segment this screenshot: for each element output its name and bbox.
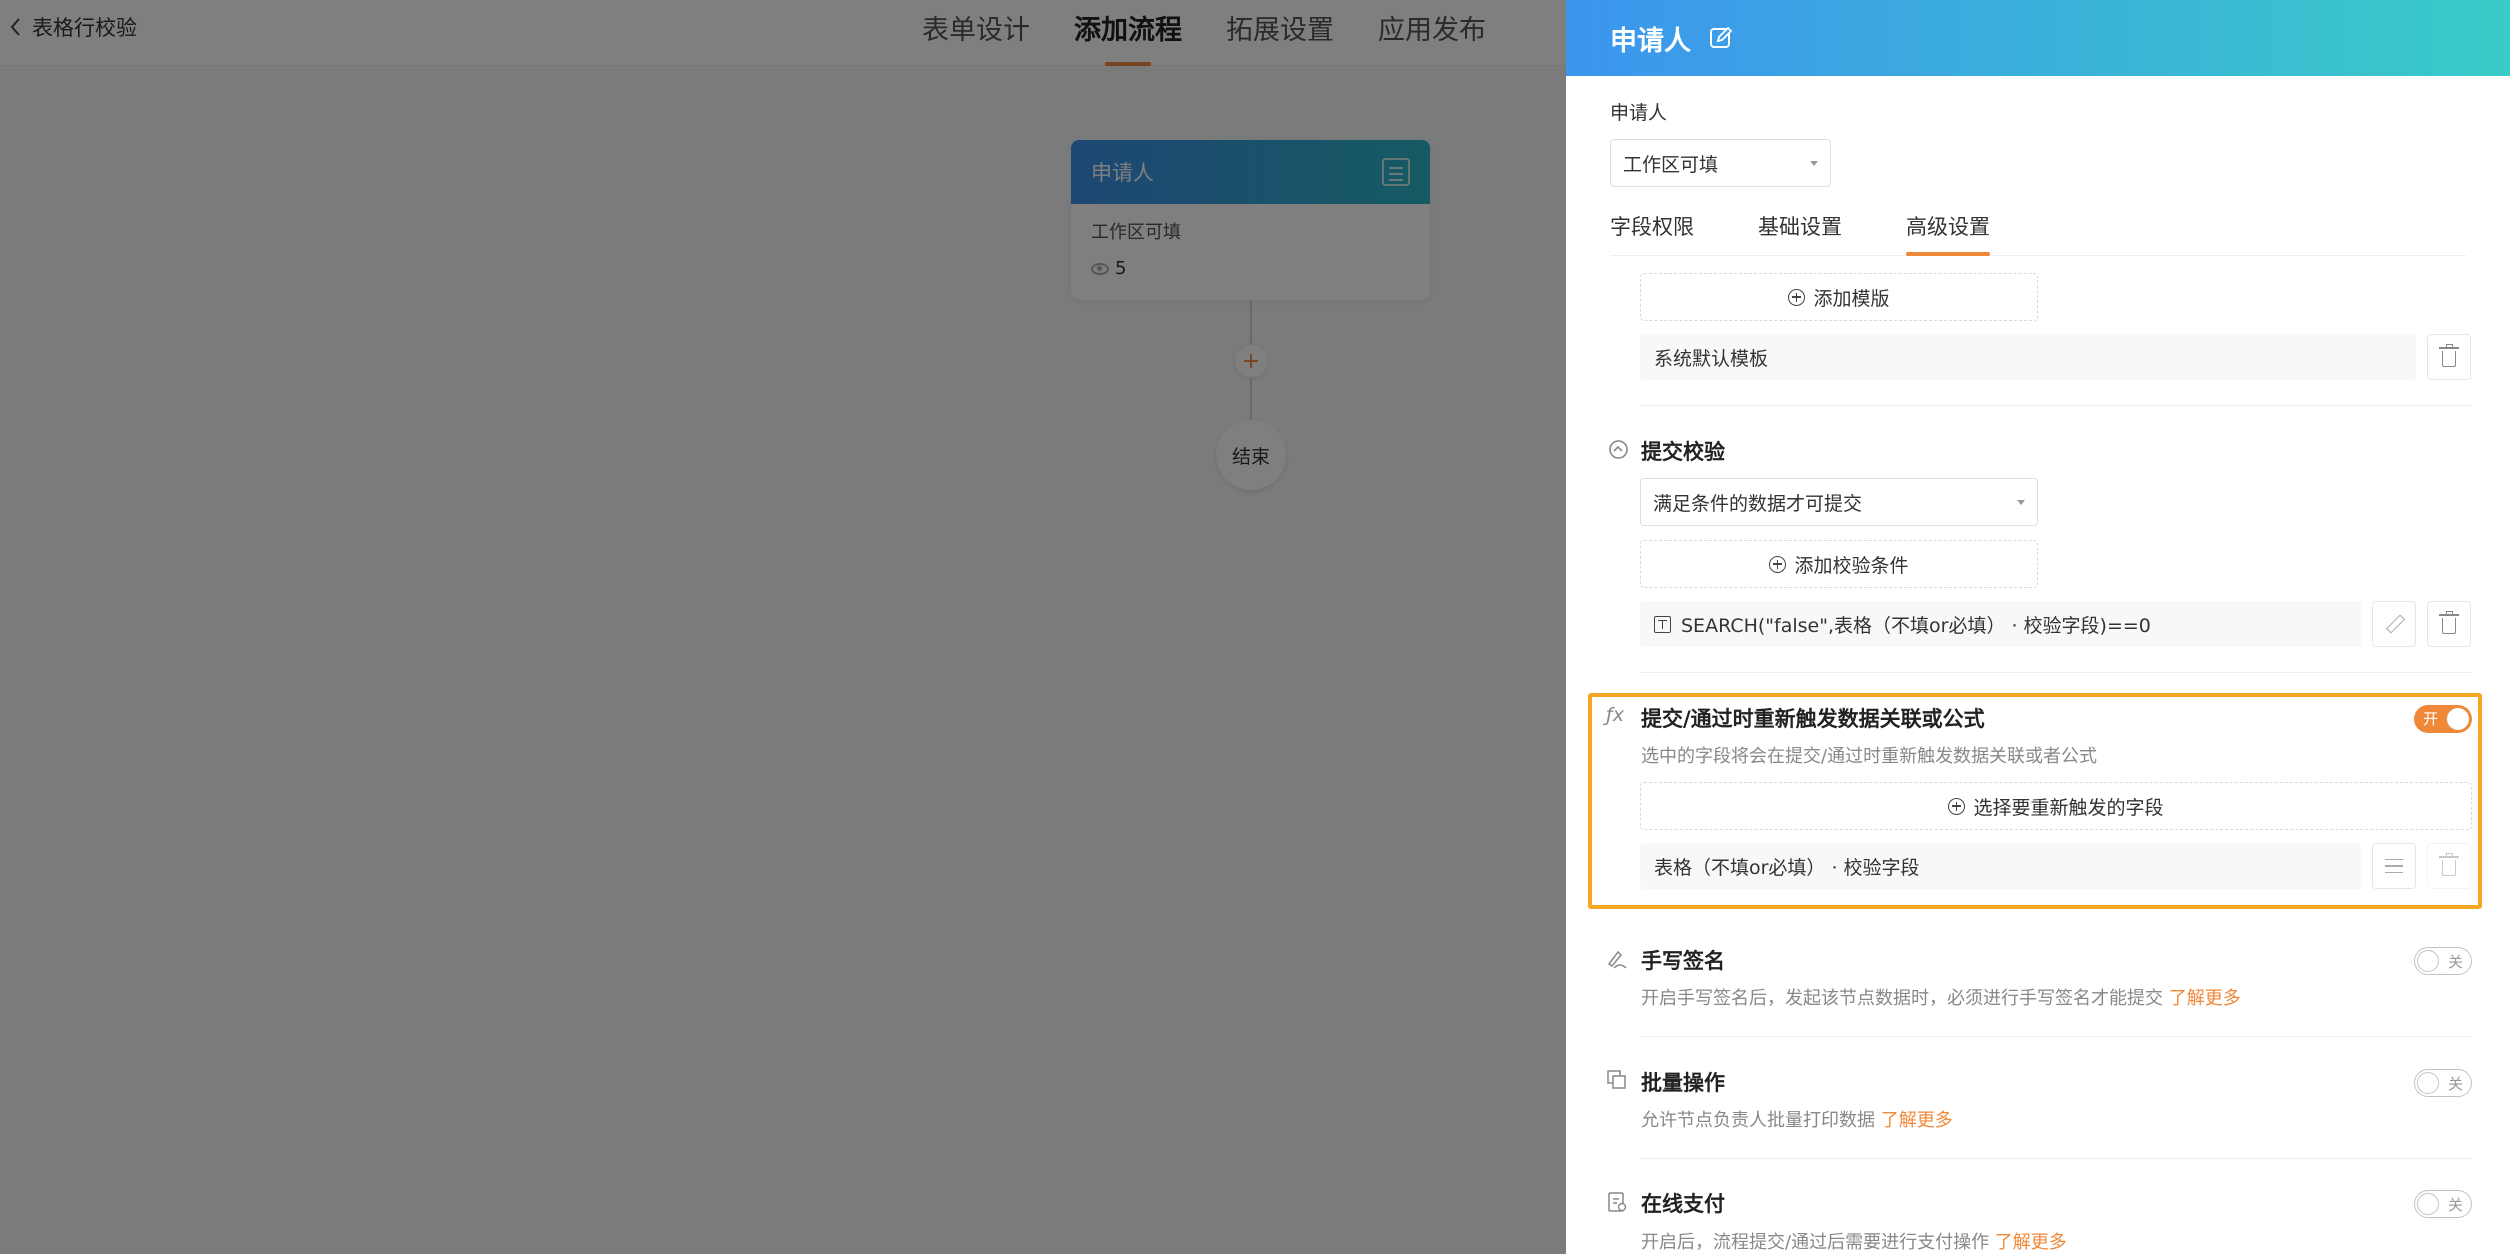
- signature-title: 手写签名: [1641, 949, 1725, 973]
- retrigger-field-label: 表格（不填or必填） · 校验字段: [1654, 856, 1920, 879]
- edit-icon[interactable]: [1709, 26, 1733, 50]
- drawer-title: 申请人: [1610, 25, 1691, 57]
- drag-handle-button[interactable]: [2372, 843, 2416, 889]
- add-check-condition-button[interactable]: 添加校验条件: [1640, 540, 2038, 588]
- modal-overlay[interactable]: [0, 0, 1566, 1254]
- applicant-label: 申请人: [1610, 102, 1668, 124]
- submit-check-select-value: 满足条件的数据才可提交: [1653, 492, 1863, 515]
- plus-circle-icon: [1948, 797, 1966, 815]
- divider: [1640, 1158, 2472, 1159]
- tab-advanced-settings[interactable]: 高级设置: [1906, 209, 1990, 256]
- edit-condition-button[interactable]: [2372, 601, 2416, 647]
- add-check-condition-label: 添加校验条件: [1794, 554, 1909, 577]
- payment-learn-more-link[interactable]: 了解更多: [1995, 1232, 2067, 1253]
- toggle-knob: [2417, 1193, 2439, 1215]
- signature-icon: [1607, 950, 1627, 969]
- payment-description-text: 开启后，流程提交/通过后需要进行支付操作: [1641, 1232, 1990, 1253]
- signature-description: 开启手写签名后，发起该节点数据时，必须进行手写签名才能提交 了解更多: [1641, 984, 2241, 1010]
- retrigger-description: 选中的字段将会在提交/通过时重新触发数据关联或者公式: [1641, 746, 2098, 767]
- toggle-knob: [2417, 1072, 2439, 1094]
- batch-description-text: 允许节点负责人批量打印数据: [1641, 1110, 1875, 1131]
- batch-icon: [1607, 1070, 1626, 1089]
- add-template-label: 添加模版: [1813, 287, 1890, 310]
- tab-basic-settings[interactable]: 基础设置: [1758, 209, 1842, 255]
- batch-description: 允许节点负责人批量打印数据 了解更多: [1641, 1106, 1953, 1132]
- delete-retrigger-field-button[interactable]: [2427, 843, 2471, 889]
- toggle-knob: [2417, 950, 2439, 972]
- delete-template-button[interactable]: [2427, 334, 2471, 380]
- submit-check-select[interactable]: 满足条件的数据才可提交: [1640, 478, 2038, 526]
- workflow-area: 表格行校验 表单设计 添加流程 拓展设置 应用发布 申请人 工作区可填 5 + …: [0, 0, 1566, 1254]
- payment-icon: [1608, 1192, 1627, 1212]
- caret-down-icon: [1810, 160, 1818, 166]
- settings-tabs: 字段权限 基础设置 高级设置: [1610, 209, 2466, 256]
- add-template-button[interactable]: 添加模版: [1640, 273, 2038, 321]
- plus-circle-icon: [1769, 555, 1787, 573]
- plus-circle-icon: [1788, 288, 1806, 306]
- menu-lines-icon: [2385, 859, 2403, 873]
- drawer-header: 申请人: [1566, 0, 2510, 76]
- batch-title: 批量操作: [1641, 1071, 1725, 1095]
- applicant-select[interactable]: 工作区可填: [1610, 139, 1831, 187]
- check-circle-icon: [1609, 440, 1628, 459]
- template-item-label: 系统默认模板: [1654, 347, 1769, 370]
- retrigger-title: 提交/通过时重新触发数据关联或公式: [1641, 707, 1985, 731]
- divider: [1640, 405, 2472, 406]
- delete-condition-button[interactable]: [2427, 601, 2471, 647]
- template-item: 系统默认模板: [1640, 334, 2416, 380]
- payment-title: 在线支付: [1641, 1192, 1725, 1216]
- signature-description-text: 开启手写签名后，发起该节点数据时，必须进行手写签名才能提交: [1641, 988, 2163, 1009]
- select-retrigger-field-button[interactable]: 选择要重新触发的字段: [1640, 782, 2472, 830]
- divider: [1640, 1036, 2472, 1037]
- pencil-icon: [2385, 615, 2403, 633]
- toggle-label: 关: [2447, 1196, 2463, 1214]
- trash-icon: [2439, 853, 2459, 876]
- formula-icon: [1654, 615, 1671, 633]
- toggle-knob: [2447, 708, 2469, 730]
- trash-icon: [2439, 344, 2459, 367]
- divider: [1640, 672, 2472, 673]
- retrigger-field-item: 表格（不填or必填） · 校验字段: [1640, 843, 2361, 889]
- select-retrigger-field-label: 选择要重新触发的字段: [1973, 796, 2164, 819]
- batch-learn-more-link[interactable]: 了解更多: [1881, 1110, 1953, 1131]
- caret-down-icon: [2017, 499, 2025, 505]
- signature-toggle[interactable]: 关: [2414, 947, 2472, 975]
- toggle-label: 关: [2447, 953, 2463, 971]
- check-condition-formula: SEARCH("false",表格（不填or必填） · 校验字段)==0: [1681, 614, 2151, 637]
- toggle-label: 开: [2423, 710, 2439, 728]
- payment-description: 开启后，流程提交/通过后需要进行支付操作 了解更多: [1641, 1228, 2067, 1254]
- batch-toggle[interactable]: 关: [2414, 1069, 2472, 1097]
- function-icon: ƒx: [1606, 704, 1624, 726]
- retrigger-toggle[interactable]: 开: [2414, 705, 2472, 733]
- payment-toggle[interactable]: 关: [2414, 1190, 2472, 1218]
- signature-learn-more-link[interactable]: 了解更多: [2169, 988, 2241, 1009]
- tab-field-permission[interactable]: 字段权限: [1610, 209, 1694, 255]
- applicant-select-value: 工作区可填: [1623, 153, 1719, 176]
- trash-icon: [2439, 611, 2459, 634]
- toggle-label: 关: [2447, 1075, 2463, 1093]
- submit-check-title: 提交校验: [1641, 440, 1725, 464]
- check-condition-item: SEARCH("false",表格（不填or必填） · 校验字段)==0: [1640, 601, 2361, 647]
